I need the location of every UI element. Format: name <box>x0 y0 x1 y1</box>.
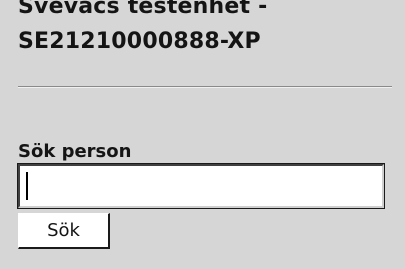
section-divider <box>18 86 392 88</box>
search-panel: Svevacs testenhet - SE21210000888-XP Sök… <box>0 0 405 269</box>
search-person-label: Sök person <box>18 141 132 162</box>
search-person-input[interactable] <box>17 163 385 209</box>
text-caret <box>26 172 28 200</box>
search-button[interactable]: Sök <box>18 213 110 249</box>
unit-title-line1: Svevacs testenhet - <box>18 0 268 19</box>
unit-title-line2: SE21210000888-XP <box>18 29 261 54</box>
unit-title: Svevacs testenhet - SE21210000888-XP <box>18 0 398 59</box>
